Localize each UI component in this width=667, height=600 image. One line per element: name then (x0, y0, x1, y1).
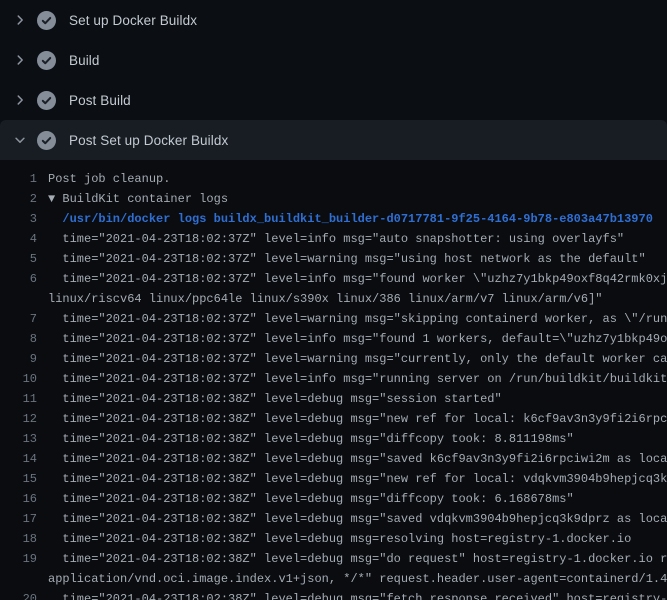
log-line-number[interactable]: 10 (0, 369, 37, 389)
log-line-text: time="2021-04-23T18:02:38Z" level=debug … (48, 549, 667, 569)
step-row-set-up-docker-buildx[interactable]: Set up Docker Buildx (0, 0, 667, 40)
log-line-number[interactable]: 14 (0, 449, 37, 469)
log-line-number[interactable]: 7 (0, 309, 37, 329)
log-line: 19 time="2021-04-23T18:02:38Z" level=deb… (0, 549, 667, 569)
log-line-text: time="2021-04-23T18:02:38Z" level=debug … (48, 449, 667, 469)
log-line-text: time="2021-04-23T18:02:38Z" level=debug … (48, 429, 574, 449)
check-circle-icon (37, 11, 56, 30)
steps-list: Set up Docker Buildx Build Post Build Po… (0, 0, 667, 160)
log-line-text: time="2021-04-23T18:02:37Z" level=warnin… (48, 249, 646, 269)
log-line-number[interactable]: 13 (0, 429, 37, 449)
step-label: Build (69, 53, 100, 68)
log-line-text: /usr/bin/docker logs buildx_buildkit_bui… (48, 209, 653, 229)
log-line-text: time="2021-04-23T18:02:38Z" level=debug … (48, 509, 667, 529)
log-line-text: time="2021-04-23T18:02:38Z" level=debug … (48, 489, 574, 509)
log-line-number[interactable]: 17 (0, 509, 37, 529)
log-line-number[interactable]: 12 (0, 409, 37, 429)
log-lines: 1 Post job cleanup. 2 ▼ BuildKit contain… (0, 169, 667, 600)
log-line: 17 time="2021-04-23T18:02:38Z" level=deb… (0, 509, 667, 529)
log-line: 6 time="2021-04-23T18:02:37Z" level=info… (0, 269, 667, 289)
log-line: linux/riscv64 linux/ppc64le linux/s390x … (0, 289, 667, 309)
chevron-right-icon (12, 52, 28, 68)
log-line: 18 time="2021-04-23T18:02:38Z" level=deb… (0, 529, 667, 549)
log-line-text: linux/riscv64 linux/ppc64le linux/s390x … (48, 289, 603, 309)
log-line-text: time="2021-04-23T18:02:37Z" level=warnin… (48, 349, 667, 369)
step-label: Post Set up Docker Buildx (69, 133, 228, 148)
log-line-number[interactable]: 19 (0, 549, 37, 569)
log-console: 1 Post job cleanup. 2 ▼ BuildKit contain… (0, 160, 667, 600)
check-circle-icon (37, 91, 56, 110)
log-line-number[interactable]: 2 (0, 189, 37, 209)
log-line-text: time="2021-04-23T18:02:37Z" level=info m… (48, 229, 624, 249)
log-line: 2 ▼ BuildKit container logs (0, 189, 667, 209)
log-line-text: application/vnd.oci.image.index.v1+json,… (48, 569, 667, 589)
chevron-right-icon (12, 12, 28, 28)
log-line-text: time="2021-04-23T18:02:38Z" level=debug … (48, 529, 631, 549)
log-line-number[interactable]: 6 (0, 269, 37, 289)
log-line-number[interactable]: 5 (0, 249, 37, 269)
chevron-right-icon (12, 92, 28, 108)
check-circle-icon (37, 51, 56, 70)
log-group-toggle[interactable]: ▼ BuildKit container logs (48, 189, 228, 209)
log-line-text: time="2021-04-23T18:02:38Z" level=debug … (48, 409, 667, 429)
log-line-number[interactable]: 3 (0, 209, 37, 229)
log-line-text: time="2021-04-23T18:02:38Z" level=debug … (48, 589, 667, 600)
log-line: 10 time="2021-04-23T18:02:37Z" level=inf… (0, 369, 667, 389)
step-row-post-build[interactable]: Post Build (0, 80, 667, 120)
log-line-text: time="2021-04-23T18:02:38Z" level=debug … (48, 389, 502, 409)
step-row-build[interactable]: Build (0, 40, 667, 80)
log-line-number[interactable]: 11 (0, 389, 37, 409)
log-line: 7 time="2021-04-23T18:02:37Z" level=warn… (0, 309, 667, 329)
log-line-text: Post job cleanup. (48, 169, 170, 189)
log-line-number[interactable]: 20 (0, 589, 37, 600)
log-line-text: time="2021-04-23T18:02:38Z" level=debug … (48, 469, 667, 489)
step-row-post-set-up-docker-buildx[interactable]: Post Set up Docker Buildx (0, 120, 667, 160)
log-line-text: time="2021-04-23T18:02:37Z" level=warnin… (48, 309, 667, 329)
log-line: 12 time="2021-04-23T18:02:38Z" level=deb… (0, 409, 667, 429)
log-line: 4 time="2021-04-23T18:02:37Z" level=info… (0, 229, 667, 249)
log-line: 13 time="2021-04-23T18:02:38Z" level=deb… (0, 429, 667, 449)
log-line: 8 time="2021-04-23T18:02:37Z" level=info… (0, 329, 667, 349)
log-line: 1 Post job cleanup. (0, 169, 667, 189)
log-line-number[interactable]: 8 (0, 329, 37, 349)
log-line: 5 time="2021-04-23T18:02:37Z" level=warn… (0, 249, 667, 269)
log-line: 15 time="2021-04-23T18:02:38Z" level=deb… (0, 469, 667, 489)
log-line-number (0, 289, 37, 309)
chevron-down-icon (12, 132, 28, 148)
log-line-number[interactable]: 15 (0, 469, 37, 489)
log-line-number[interactable]: 9 (0, 349, 37, 369)
check-circle-icon (37, 131, 56, 150)
log-line-text: time="2021-04-23T18:02:37Z" level=info m… (48, 369, 667, 389)
log-line: 16 time="2021-04-23T18:02:38Z" level=deb… (0, 489, 667, 509)
log-line-command: 3 /usr/bin/docker logs buildx_buildkit_b… (0, 209, 667, 229)
log-line-number[interactable]: 4 (0, 229, 37, 249)
log-line: 11 time="2021-04-23T18:02:38Z" level=deb… (0, 389, 667, 409)
log-line: application/vnd.oci.image.index.v1+json,… (0, 569, 667, 589)
log-line-number[interactable]: 1 (0, 169, 37, 189)
log-line-number[interactable]: 16 (0, 489, 37, 509)
log-line: 14 time="2021-04-23T18:02:38Z" level=deb… (0, 449, 667, 469)
log-line-text: time="2021-04-23T18:02:37Z" level=info m… (48, 269, 667, 289)
log-line-number[interactable]: 18 (0, 529, 37, 549)
log-line: 9 time="2021-04-23T18:02:37Z" level=warn… (0, 349, 667, 369)
step-label: Set up Docker Buildx (69, 13, 197, 28)
log-line-text: time="2021-04-23T18:02:37Z" level=info m… (48, 329, 667, 349)
log-line: 20 time="2021-04-23T18:02:38Z" level=deb… (0, 589, 667, 600)
step-label: Post Build (69, 93, 131, 108)
log-line-number (0, 569, 37, 589)
